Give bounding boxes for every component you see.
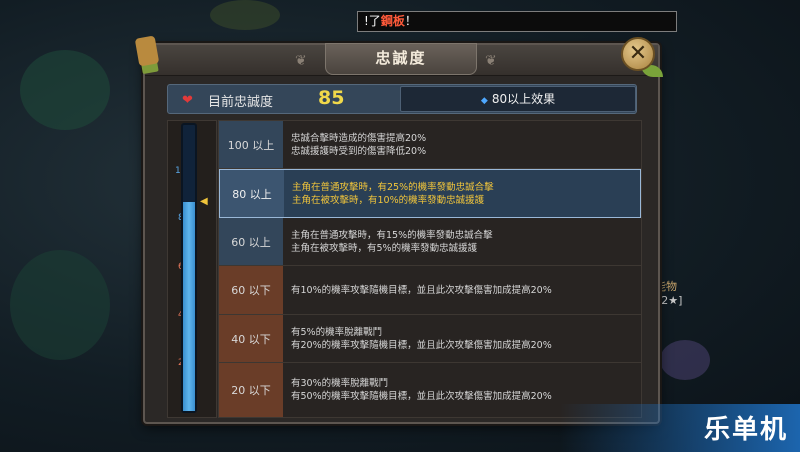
effect-threshold: 60 以下 (219, 266, 283, 314)
effect-line: 有50%的機率攻擊隨機目標，並且此次攻擊傷害加成提高20% (291, 391, 552, 402)
effect-row: 100 以上 忠誠合擊時造成的傷害提高20% 忠誠援護時受到的傷害降低20% (219, 121, 641, 169)
effect-description: 主角在普通攻擊時，有15%的機率發動忠誠合擊 主角在被攻擊時，有5%的機率發動忠… (291, 218, 635, 265)
dialog-header: ❦ 忠誠度 ❦ (145, 43, 658, 76)
effect-line: 主角在普通攻擊時，有15%的機率發動忠誠合擊 (291, 229, 493, 241)
loyalty-gauge (181, 123, 197, 413)
background-plant (10, 250, 110, 360)
effect-line: 有20%的機率攻擊隨機目標，並且此次攻擊傷害加成提高20% (291, 339, 552, 351)
close-button[interactable]: ✕ (621, 37, 655, 71)
effect-row-active: 80 以上 主角在普通攻擊時，有25%的機率發動忠誠合擊 主角在被攻擊時，有10… (219, 169, 641, 218)
effect-button-label: 80以上效果 (491, 92, 556, 106)
effect-line: 主角在被攻擊時，有5%的機率發動忠誠援護 (291, 242, 478, 254)
effect-row: 60 以上 主角在普通攻擊時，有15%的機率發動忠誠合擊 主角在被攻擊時，有5%… (219, 218, 641, 266)
effect-threshold: 80 以上 (220, 170, 284, 217)
effect-line: 有5%的機率脫離戰鬥 (291, 326, 383, 338)
effect-line: 有10%的機率攻擊隨機目標，並且此次攻擊傷害加成提高20% (291, 284, 552, 296)
effect-line: 忠誠援護時受到的傷害降低20% (291, 145, 427, 157)
effect-line: 主角在被攻擊時，有10%的機率發動忠誠援護 (292, 194, 485, 206)
loyalty-label: 目前忠誠度 (208, 95, 274, 110)
background-plant (660, 340, 710, 380)
effect-description: 忠誠合擊時造成的傷害提高20% 忠誠援護時受到的傷害降低20% (291, 121, 635, 168)
notice-prefix: !了 (364, 14, 381, 28)
effect-threshold: 60 以上 (219, 218, 283, 265)
effect-threshold: 40 以下 (219, 315, 283, 362)
background-plant (210, 0, 280, 30)
effect-threshold: 100 以上 (219, 121, 283, 168)
title-ornament-right-icon: ❦ (485, 53, 497, 69)
loyalty-effects-table: 100 以上 忠誠合擊時造成的傷害提高20% 忠誠援護時受到的傷害降低20% 8… (218, 120, 642, 418)
effect-line: 忠誠合擊時造成的傷害提高20% (291, 132, 427, 144)
effect-description: 有5%的機率脫離戰鬥 有20%的機率攻擊隨機目標，並且此次攻擊傷害加成提高20% (291, 315, 635, 362)
notice-suffix: ！ (404, 14, 417, 28)
effect-row: 60 以下 有10%的機率攻擊隨機目標，並且此次攻擊傷害加成提高20% (219, 266, 641, 315)
dialog-title: 忠誠度 (325, 43, 477, 75)
title-ornament-left-icon: ❦ (295, 53, 307, 69)
close-icon: ✕ (628, 41, 648, 66)
effect-description: 主角在普通攻擊時，有25%的機率發動忠誠合擊 主角在被攻擊時，有10%的機率發動… (292, 170, 634, 217)
current-effect-button[interactable]: ◆ 80以上效果 (400, 86, 636, 112)
system-notice-bar: !了鋼板！ (357, 11, 677, 32)
loyalty-dialog: ❦ 忠誠度 ❦ ✕ ❤ 目前忠誠度 85 ◆80以上效果 100 80 60 4… (134, 35, 663, 424)
effect-description: 有10%的機率攻擊隨機目標，並且此次攻擊傷害加成提高20% (291, 266, 635, 314)
background-plant (20, 50, 110, 130)
gauge-marker-icon: ◀ (200, 196, 208, 207)
current-loyalty-bar: ❤ 目前忠誠度 85 ◆ 80以上效果 (167, 84, 637, 114)
effect-line: 主角在普通攻擊時，有25%的機率發動忠誠合擊 (292, 181, 494, 193)
effect-threshold: 20 以下 (219, 363, 283, 417)
site-watermark: 乐单机 (703, 415, 788, 445)
heart-icon: ❤ (182, 93, 193, 108)
loyalty-value: 85 (318, 87, 345, 109)
loyalty-gauge-fill (183, 202, 195, 411)
wood-branch-icon (134, 35, 160, 67)
diamond-icon: ◆ (480, 96, 488, 106)
effect-row: 40 以下 有5%的機率脫離戰鬥 有20%的機率攻擊隨機目標，並且此次攻擊傷害加… (219, 315, 641, 363)
effect-line: 有30%的機率脫離戰鬥 (291, 378, 389, 389)
notice-highlight: 鋼板 (380, 14, 405, 28)
